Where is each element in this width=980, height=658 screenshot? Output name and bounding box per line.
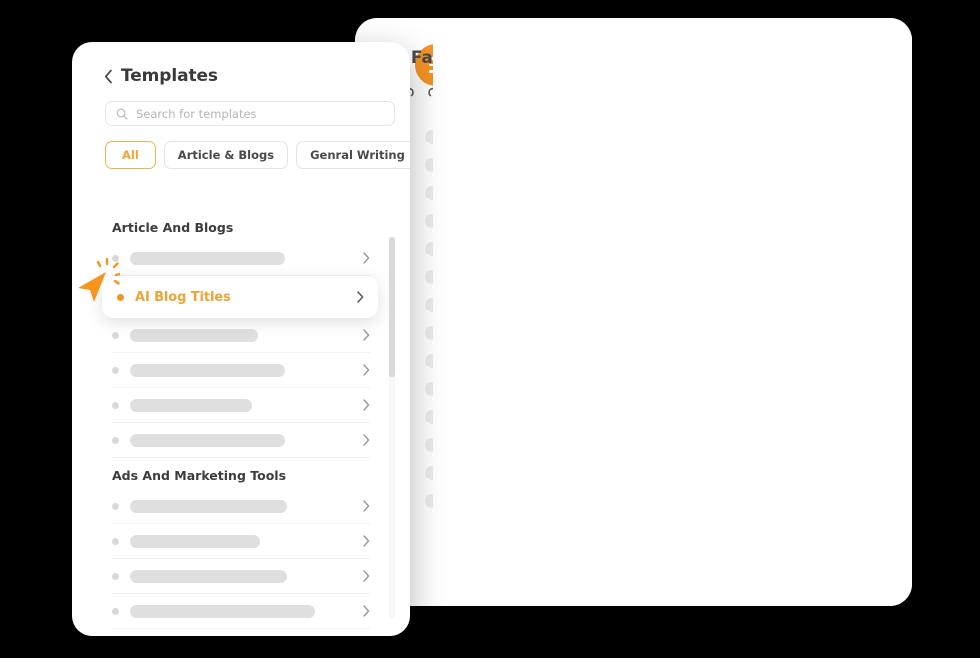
bullet-dot-icon [112, 401, 119, 409]
template-item[interactable] [112, 423, 370, 458]
skeleton-bar [130, 328, 258, 342]
section-title: Article And Blogs [112, 220, 234, 235]
templates-header: Templates [72, 42, 410, 86]
document-content-card [433, 18, 912, 606]
template-item[interactable] [112, 388, 370, 423]
template-item[interactable] [112, 524, 370, 559]
filter-pill-genral-writing[interactable]: Genral Writing [296, 141, 410, 169]
chevron-right-icon[interactable] [357, 291, 364, 303]
search-field[interactable] [105, 101, 395, 126]
scrollbar-thumb[interactable] [389, 237, 395, 377]
filter-pill-article-blogs[interactable]: Article & Blogs [163, 141, 289, 169]
chevron-right-icon[interactable] [363, 605, 370, 617]
chevron-right-icon[interactable] [363, 434, 370, 446]
scrollbar-track[interactable] [389, 237, 395, 618]
templates-list: Article And Blogs AI Blog Titles Ads And M… [72, 210, 410, 636]
skeleton-bar [130, 534, 260, 548]
skeleton-bar [130, 363, 285, 377]
bullet-dot-icon [112, 502, 119, 510]
search-icon [116, 108, 128, 120]
bullet-dot-icon [117, 293, 124, 301]
chevron-left-icon[interactable] [104, 69, 113, 84]
filter-pill-row: AllArticle & BlogsGenral WritingGoo [105, 141, 410, 169]
template-item[interactable] [112, 559, 370, 594]
template-item[interactable] [112, 594, 370, 629]
chevron-right-icon[interactable] [363, 364, 370, 376]
bullet-dot-icon [112, 366, 119, 374]
bullet-dot-icon [112, 331, 119, 339]
skeleton-bar [130, 569, 287, 583]
template-item[interactable] [112, 241, 370, 276]
template-item[interactable] [112, 353, 370, 388]
skeleton-bar [130, 398, 252, 412]
bullet-dot-icon [112, 572, 119, 580]
chevron-right-icon[interactable] [363, 535, 370, 547]
filter-pill-all[interactable]: All [105, 141, 156, 169]
chevron-right-icon[interactable] [363, 399, 370, 411]
template-item[interactable] [112, 318, 370, 353]
template-item[interactable] [112, 489, 370, 524]
chevron-right-icon[interactable] [363, 570, 370, 582]
skeleton-bar [130, 499, 287, 513]
bullet-dot-icon [112, 254, 119, 262]
page-title: Templates [121, 66, 218, 86]
chevron-right-icon[interactable] [363, 329, 370, 341]
bullet-dot-icon [112, 436, 119, 444]
section-title: Ads And Marketing Tools [112, 468, 287, 483]
screen-root: A Father's Confession B I U 1 2 [0, 0, 980, 658]
templates-panel: Templates AllArticle & BlogsGenral Writi… [72, 42, 410, 636]
chevron-right-icon[interactable] [363, 252, 370, 264]
template-item-label: AI Blog Titles [135, 289, 231, 305]
chevron-right-icon[interactable] [363, 500, 370, 512]
bullet-dot-icon [112, 607, 119, 615]
template-item-ai-blog-titles[interactable]: AI Blog Titles [102, 276, 378, 318]
skeleton-bar [130, 604, 315, 618]
bullet-dot-icon [112, 537, 119, 545]
skeleton-bar [130, 433, 285, 447]
search-input[interactable] [136, 106, 384, 121]
skeleton-bar [130, 251, 285, 265]
